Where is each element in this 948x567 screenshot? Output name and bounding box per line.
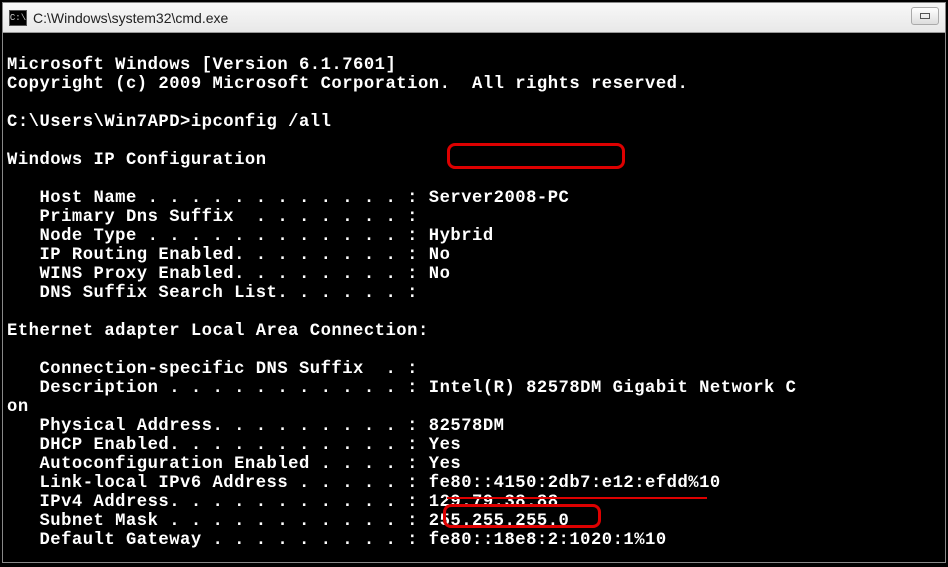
row-host-name: Host Name . . . . . . . . . . . . : Serv… <box>7 189 569 208</box>
row-primary-dns: Primary Dns Suffix . . . . . . . : <box>7 208 418 227</box>
row-description-wrap: on <box>7 398 29 417</box>
blank-line <box>7 303 18 322</box>
row-gateway: Default Gateway . . . . . . . . . : fe80… <box>7 531 667 550</box>
row-phys-addr: Physical Address. . . . . . . . . : 8257… <box>7 417 504 436</box>
row-linklocal: Link-local IPv6 Address . . . . . : fe80… <box>7 474 721 493</box>
window-title: C:\Windows\system32\cmd.exe <box>33 10 228 26</box>
row-autoconf: Autoconfiguration Enabled . . . . : Yes <box>7 455 461 474</box>
row-conn-suffix: Connection-specific DNS Suffix . : <box>7 360 418 379</box>
strike-linklocal <box>447 497 707 499</box>
row-dns-suffix-list: DNS Suffix Search List. . . . . . : <box>7 284 418 303</box>
blank-line <box>7 170 18 189</box>
minimize-button[interactable] <box>911 7 939 25</box>
blank-line <box>7 341 18 360</box>
row-ip-routing: IP Routing Enabled. . . . . . . . : No <box>7 246 450 265</box>
cmd-window: C:\ C:\Windows\system32\cmd.exe Microsof… <box>2 2 946 563</box>
row-node-type: Node Type . . . . . . . . . . . . : Hybr… <box>7 227 494 246</box>
titlebar[interactable]: C:\ C:\Windows\system32\cmd.exe <box>3 3 945 33</box>
terminal-output[interactable]: Microsoft Windows [Version 6.1.7601] Cop… <box>3 33 945 562</box>
row-wins-proxy: WINS Proxy Enabled. . . . . . . . : No <box>7 265 450 284</box>
prompt-line: C:\Users\Win7APD>ipconfig /all <box>7 113 331 132</box>
adapter-header: Ethernet adapter Local Area Connection: <box>7 322 429 341</box>
ipconfig-header: Windows IP Configuration <box>7 151 267 170</box>
row-subnet: Subnet Mask . . . . . . . . . . . : 255.… <box>7 512 569 531</box>
cmd-icon: C:\ <box>9 10 27 26</box>
blank-line <box>7 94 18 113</box>
row-description: Description . . . . . . . . . . . : Inte… <box>7 379 796 398</box>
row-dhcp: DHCP Enabled. . . . . . . . . . . : Yes <box>7 436 461 455</box>
prompt-path: C:\Users\Win7APD> <box>7 113 191 132</box>
prompt-command: ipconfig /all <box>191 113 332 132</box>
window-controls <box>911 7 939 25</box>
copyright-line: Copyright (c) 2009 Microsoft Corporation… <box>7 75 688 94</box>
highlight-host-name <box>447 143 625 169</box>
blank-line <box>7 132 18 151</box>
ipv4-value: 129.79.38.88 <box>429 493 559 512</box>
row-ipv4: IPv4 Address. . . . . . . . . . . : 129.… <box>7 493 559 512</box>
host-name-value: Server2008-PC <box>429 189 570 208</box>
version-line: Microsoft Windows [Version 6.1.7601] <box>7 56 396 75</box>
